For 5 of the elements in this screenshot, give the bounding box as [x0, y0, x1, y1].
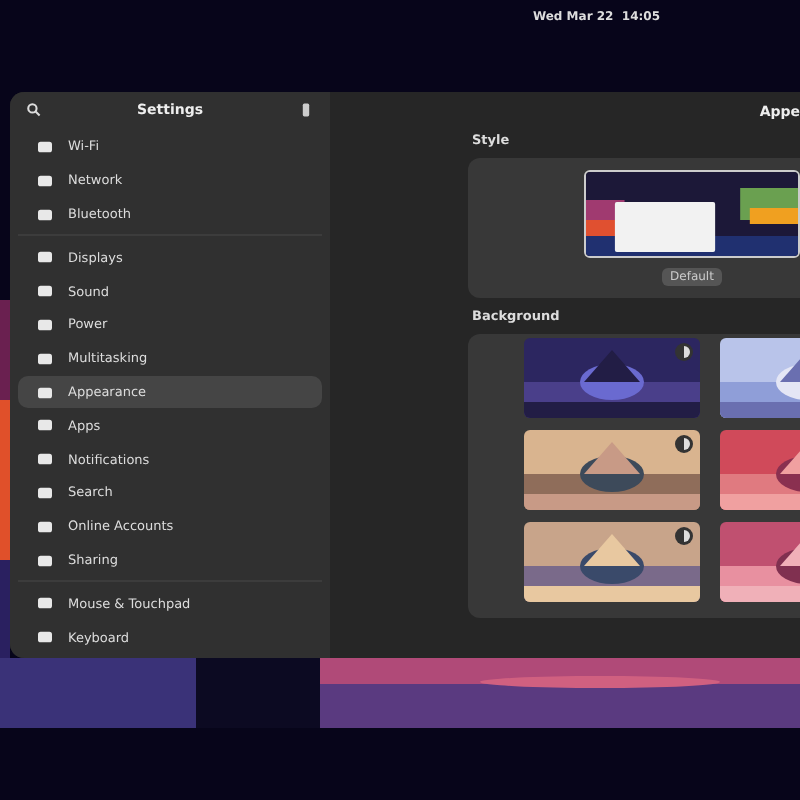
- dark-variant-icon: [674, 526, 694, 546]
- dark-variant-icon: [674, 342, 694, 362]
- menu-icon[interactable]: [297, 101, 314, 118]
- style-preview[interactable]: [584, 170, 800, 258]
- dark-variant-icon: [674, 434, 694, 454]
